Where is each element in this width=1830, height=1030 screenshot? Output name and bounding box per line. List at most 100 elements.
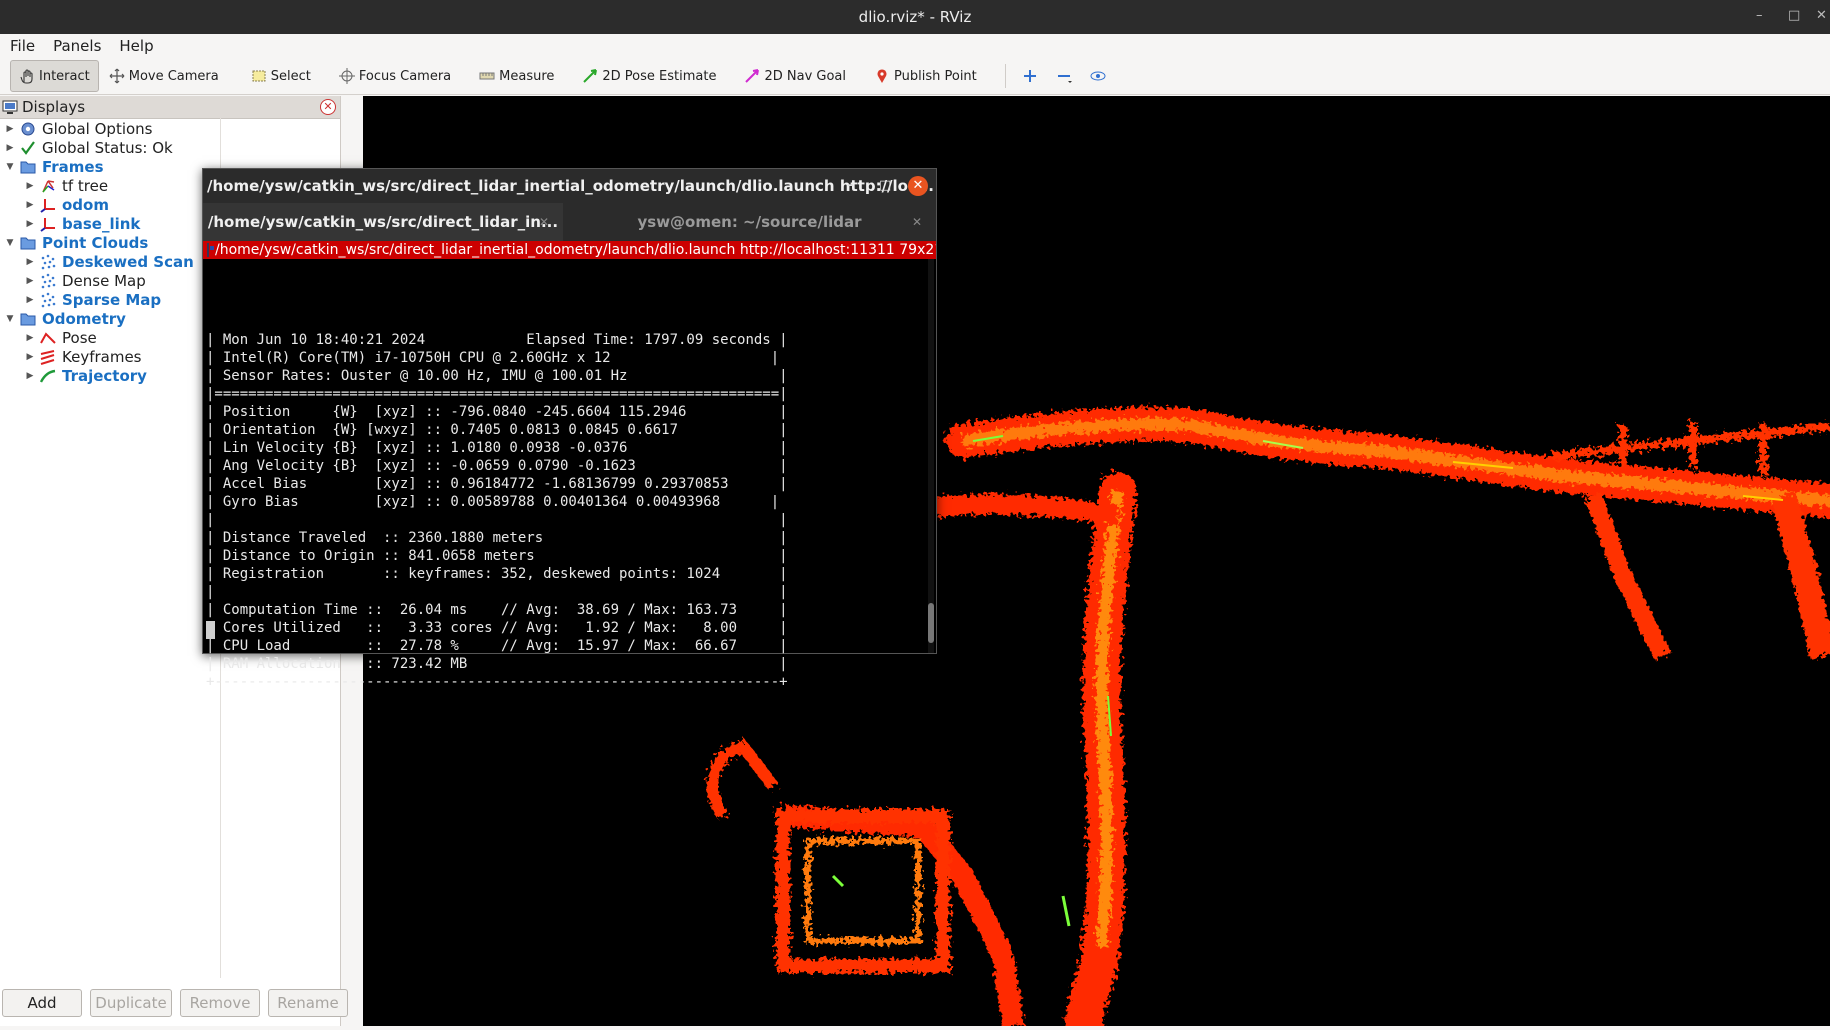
pose-icon [40,330,56,346]
terminal-cursor [206,621,215,639]
expand-right-icon[interactable]: ▶ [24,295,36,305]
expand-right-icon[interactable]: ▶ [24,200,36,210]
green-arrow-icon [582,68,598,84]
terminal-close-icon[interactable]: ✕ [908,176,928,196]
terminal-line: | Accel Bias [xyz] :: 0.96184772 -1.6813… [206,476,788,492]
folder-icon [20,235,36,251]
terminal-tab-launch[interactable]: /home/ysw/catkin_ws/src/direct_lidar_in.… [203,203,563,241]
tree-item-label: Deskewed Scan [62,252,194,271]
select-tool[interactable]: Select [243,61,319,91]
point-cloud-icon [40,292,56,308]
terminal-line: | Computation Time :: 26.04 ms // Avg: 3… [206,602,788,618]
move-camera-tool[interactable]: Move Camera [101,61,227,91]
tab-close-icon[interactable]: ✕ [539,215,549,229]
terminal-line: | Sensor Rates: Ouster @ 10.00 Hz, IMU @… [206,368,788,384]
terminal-banner-text: /home/ysw/catkin_ws/src/direct_lidar_ine… [215,242,936,258]
remove-tool-button[interactable] [1050,61,1082,91]
pose-estimate-tool[interactable]: 2D Pose Estimate [574,61,724,91]
views-tool-button[interactable] [1084,61,1116,91]
terminal-scrollbar[interactable] [928,259,934,653]
terminal-line: | Ang Velocity {B} [xyz] :: -0.0659 0.07… [206,458,788,474]
trajectory-icon [39,368,56,384]
expand-down-icon[interactable]: ▼ [4,238,16,248]
hand-cursor-icon [19,68,35,84]
terminal-line: +---------------------------------------… [206,674,788,690]
interact-tool[interactable]: Interact [10,60,99,92]
move-camera-label: Move Camera [128,68,219,84]
terminal-line: |=======================================… [206,386,788,402]
terminal-line: | Distance to Origin :: 841.0658 meters … [206,548,788,564]
tab-close-icon[interactable]: ✕ [912,215,922,229]
terminal-maximize-icon[interactable]: □ [879,178,891,193]
terminal-tab-shell[interactable]: ysw@omen: ~/source/lidar ✕ [563,203,936,241]
nav-goal-label: 2D Nav Goal [764,68,847,84]
menu-help[interactable]: Help [119,37,153,55]
menu-panels[interactable]: Panels [53,37,101,55]
ros-icon [207,243,214,257]
remove-button[interactable]: Remove [180,989,260,1017]
terminal-line: | Position {W} [xyz] :: -796.0840 -245.6… [206,404,788,420]
terminal-tab-label: /home/ysw/catkin_ws/src/direct_lidar_in.… [207,213,559,231]
terminal-line: | Gyro Bias [xyz] :: 0.00589788 0.004013… [206,494,780,510]
point-cloud-icon [40,273,56,289]
tree-item-label: Keyframes [62,347,142,366]
terminal-window[interactable]: /home/ysw/catkin_ws/src/direct_lidar_ine… [202,168,937,690]
menu-file[interactable]: File [10,37,35,55]
terminal-line: | Lin Velocity {B} [xyz] :: 1.0180 0.093… [206,440,788,456]
tree-item-label: Odometry [42,309,126,328]
expand-right-icon[interactable]: ▶ [24,276,36,286]
panel-close-icon[interactable]: ✕ [320,99,336,115]
expand-right-icon[interactable]: ▶ [24,181,36,191]
expand-right-icon[interactable]: ▶ [24,352,36,362]
keyframes-icon [40,349,56,365]
add-button[interactable]: Add [2,989,82,1017]
axes-icon [40,197,56,213]
duplicate-button[interactable]: Duplicate [90,989,172,1017]
select-label: Select [270,68,311,84]
terminal-line: | Registration :: keyframes: 352, deskew… [206,566,788,582]
expand-right-icon[interactable]: ▶ [4,143,16,153]
move-arrows-icon [109,68,125,84]
tree-item-global-status-ok[interactable]: ▶ Global Status: Ok [0,138,340,157]
window-titlebar: dlio.rviz* - RViz – □ ✕ [0,0,1830,34]
crosshair-icon [338,68,355,84]
select-box-icon [251,68,267,84]
expand-right-icon[interactable]: ▶ [24,371,36,381]
terminal-output[interactable]: | Mon Jun 10 18:40:21 2024 Elapsed Time:… [203,259,936,690]
terminal-line: | Orientation {W} [wxyz] :: 0.7405 0.081… [206,422,788,438]
focus-camera-tool[interactable]: Focus Camera [331,61,459,91]
tree-item-global-options[interactable]: ▶ Global Options [0,119,340,138]
terminal-line: | | [206,512,788,528]
publish-point-label: Publish Point [894,68,977,84]
publish-point-tool[interactable]: Publish Point [866,61,985,91]
terminal-line: | RAM Allocation :: 723.42 MB | [206,656,788,672]
terminal-tab-label: ysw@omen: ~/source/lidar [637,213,862,231]
expand-down-icon[interactable]: ▼ [4,162,16,172]
close-icon[interactable]: ✕ [1816,8,1827,23]
add-tool-button[interactable] [1016,61,1048,91]
measure-tool[interactable]: Measure [471,61,562,91]
expand-right-icon[interactable]: ▶ [4,124,16,134]
displays-title: Displays [22,98,86,116]
tree-item-label: odom [62,195,109,214]
expand-right-icon[interactable]: ▶ [24,257,36,267]
terminal-minimize-icon[interactable]: – [847,178,854,193]
scrollbar-thumb[interactable] [928,603,934,643]
expand-right-icon[interactable]: ▶ [24,333,36,343]
expand-right-icon[interactable]: ▶ [24,219,36,229]
nav-goal-tool[interactable]: 2D Nav Goal [736,61,854,91]
axes-icon [40,216,56,232]
terminal-line: | Mon Jun 10 18:40:21 2024 Elapsed Time:… [206,332,788,348]
rename-button[interactable]: Rename [268,989,348,1017]
tree-item-label: Dense Map [62,271,146,290]
displays-panel-header: Displays ✕ [0,96,340,119]
maximize-icon[interactable]: □ [1788,8,1800,23]
tree-item-label: Pose [62,328,97,347]
expand-down-icon[interactable]: ▼ [4,314,16,324]
terminal-line: | CPU Load :: 27.78 % // Avg: 15.97 / Ma… [206,638,788,654]
tree-item-label: Point Clouds [42,233,149,252]
ruler-icon [479,68,495,84]
tree-item-label: Sparse Map [62,290,162,309]
toolbar-separator [1004,64,1006,88]
minimize-icon[interactable]: – [1756,8,1763,23]
